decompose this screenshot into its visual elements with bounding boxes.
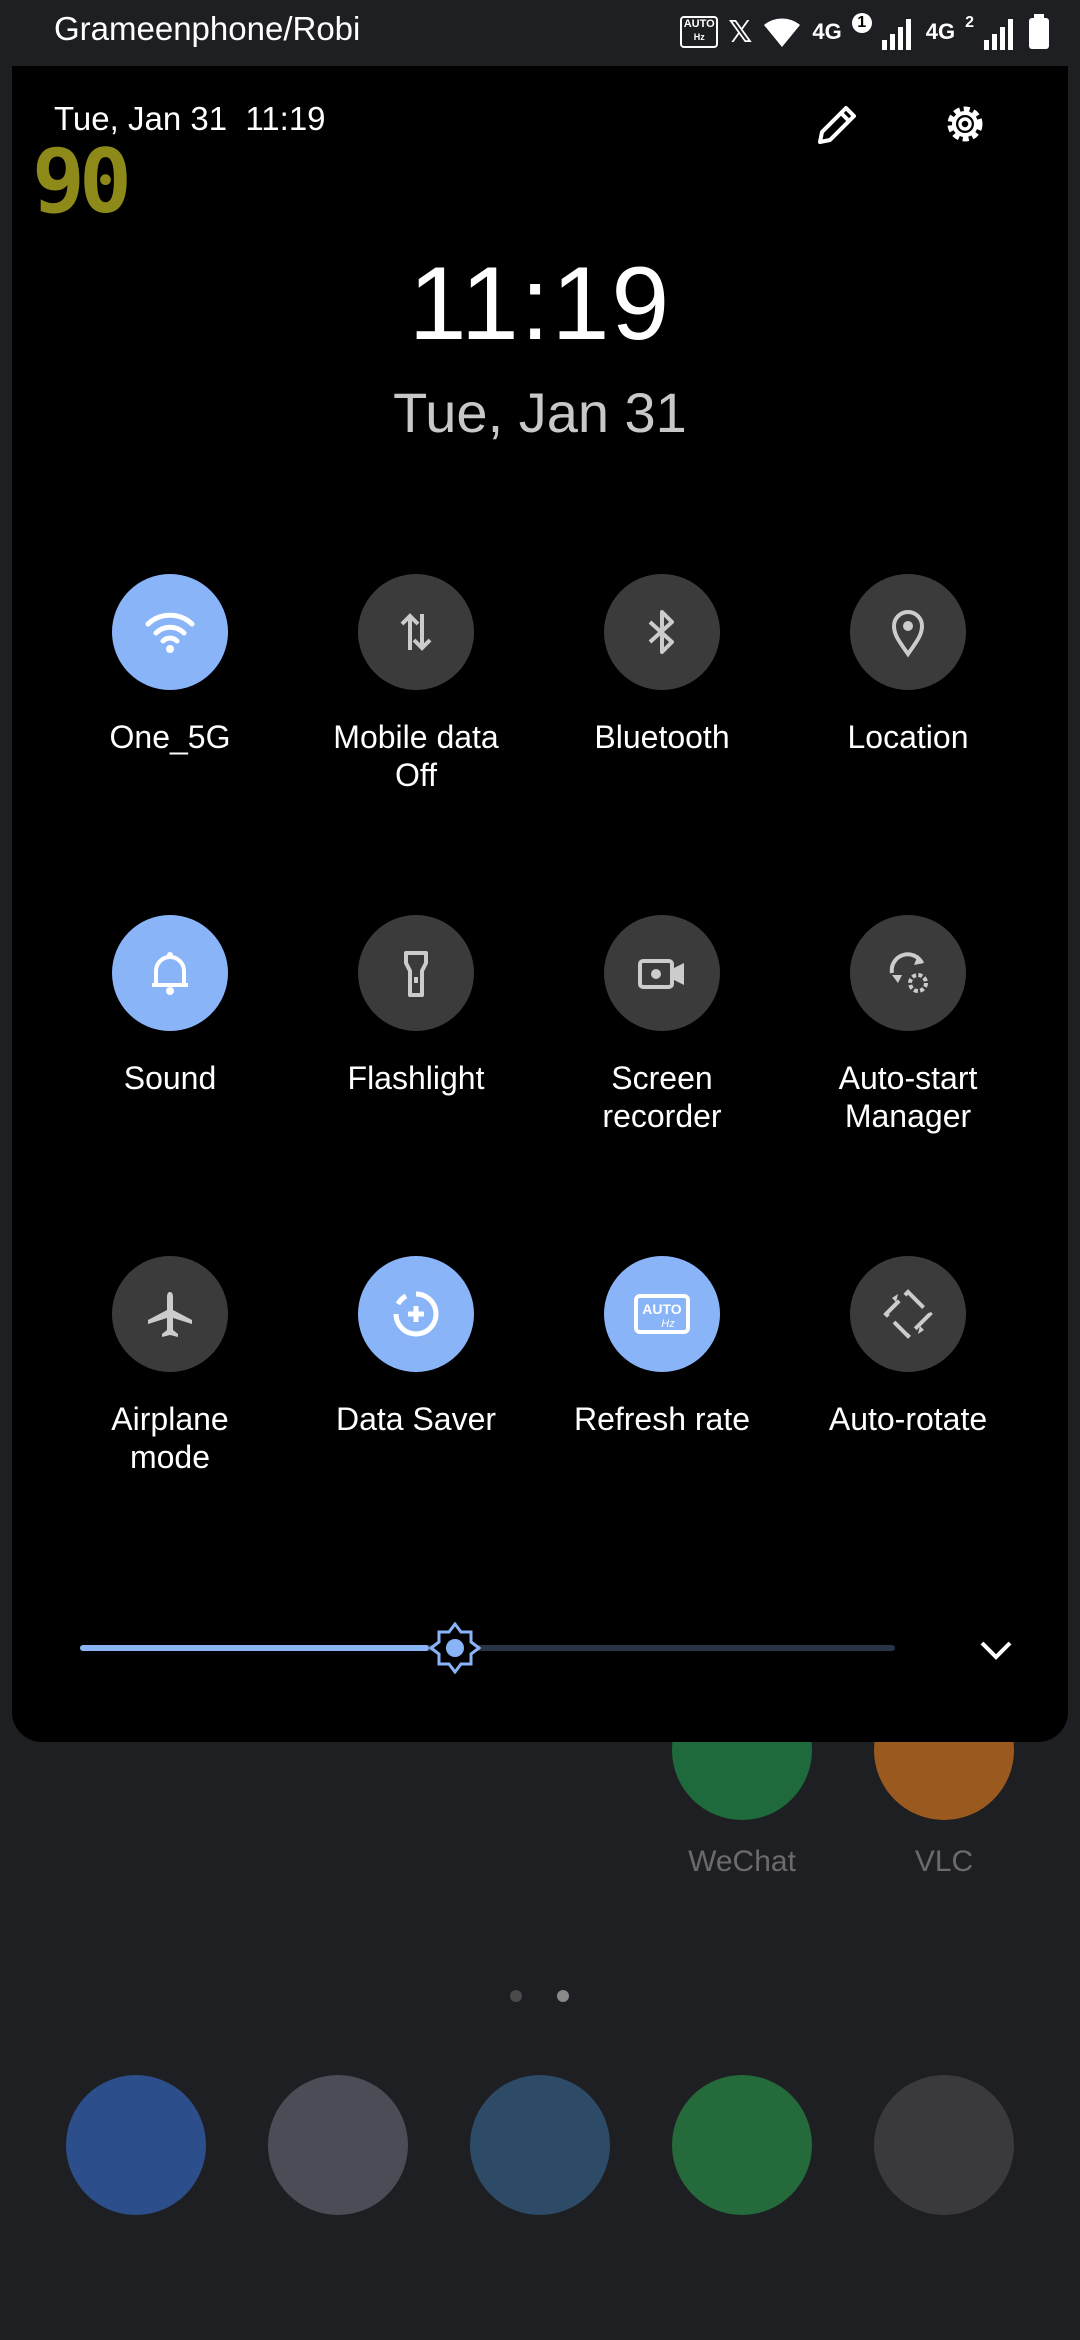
- sim-2-badge: 2: [965, 14, 974, 31]
- tile-screen-recorder-toggle[interactable]: [604, 915, 720, 1031]
- refresh-rate-icon: AUTO Hz: [630, 1284, 694, 1344]
- tile-auto-rotate-label: Auto-rotate: [828, 1401, 988, 1437]
- tile-screen-recorder-label: Screen recorder: [602, 1060, 722, 1134]
- tile-mobile-data[interactable]: Mobile data Off: [293, 574, 539, 794]
- screen-recorder-icon: [632, 943, 692, 1003]
- status-bar: Grameenphone/Robi AUTO Hz 𝕏 4G 1 4G 2: [0, 0, 1080, 66]
- chevron-down-icon: [980, 1641, 1012, 1660]
- tile-airplane-label: Airplane mode: [111, 1401, 229, 1475]
- settings-button[interactable]: [937, 96, 993, 152]
- data-saver-icon: [386, 1284, 446, 1344]
- auto-rotate-icon: [878, 1284, 938, 1344]
- pencil-icon: [818, 106, 856, 144]
- tile-data-saver[interactable]: Data Saver: [293, 1256, 539, 1438]
- carrier-name: Grameenphone/Robi: [54, 10, 361, 47]
- refresh-status-text: AUTO: [683, 18, 715, 30]
- tile-airplane-toggle[interactable]: [112, 1256, 228, 1372]
- network-type-1: 4G: [812, 19, 842, 44]
- network-type-2: 4G: [925, 19, 956, 44]
- wechat-app-label: WeChat: [688, 1845, 796, 1878]
- battery-icon: [1029, 14, 1049, 49]
- settings-app-icon[interactable]: [66, 2075, 206, 2215]
- tile-mobile-data-toggle[interactable]: [358, 574, 474, 690]
- wifi-status-icon: [764, 18, 801, 47]
- expand-button[interactable]: [970, 1625, 1022, 1677]
- brightness-slider-thumb[interactable]: [428, 1621, 482, 1675]
- whatsapp-app-icon[interactable]: [672, 2075, 812, 2215]
- page-indicator-dot-2: [557, 1990, 569, 2002]
- tile-data-saver-toggle[interactable]: [358, 1256, 474, 1372]
- telegram-app-icon[interactable]: [470, 2075, 610, 2215]
- signal-1-icon: [881, 19, 911, 50]
- tile-auto-start[interactable]: Auto-start Manager: [785, 915, 1031, 1135]
- svg-text:AUTO: AUTO: [642, 1301, 682, 1317]
- mobile-data-icon: [386, 602, 446, 662]
- tile-refresh-rate-label: Refresh rate: [573, 1401, 751, 1437]
- bluetooth-icon: [632, 602, 692, 662]
- tile-auto-start-label: Auto-start Manager: [838, 1060, 978, 1134]
- tile-auto-rotate-toggle[interactable]: [850, 1256, 966, 1372]
- tile-flashlight-toggle[interactable]: [358, 915, 474, 1031]
- tile-refresh-rate[interactable]: AUTO Hz Refresh rate: [539, 1256, 785, 1438]
- large-date: Tue, Jan 31: [393, 381, 687, 444]
- tile-bluetooth-toggle[interactable]: [604, 574, 720, 690]
- tile-bell-label: Sound: [123, 1060, 217, 1096]
- flashlight-icon: [386, 943, 446, 1003]
- airplane-icon: [140, 1284, 200, 1344]
- tile-auto-start-toggle[interactable]: [850, 915, 966, 1031]
- location-icon: [878, 602, 938, 662]
- refresh-rate-status-icon: AUTO Hz: [680, 16, 719, 48]
- vlc-app-label: VLC: [914, 1845, 974, 1878]
- refresh-status-subtext: Hz: [693, 32, 705, 42]
- tile-bluetooth[interactable]: Bluetooth: [539, 574, 785, 756]
- tile-airplane[interactable]: Airplane mode: [47, 1256, 293, 1476]
- tile-auto-rotate[interactable]: Auto-rotate: [785, 1256, 1031, 1438]
- bell-icon: [140, 943, 200, 1003]
- gear-icon: [947, 106, 983, 142]
- tile-refresh-rate-toggle[interactable]: AUTO Hz: [604, 1256, 720, 1372]
- tile-flashlight[interactable]: Flashlight: [293, 915, 539, 1097]
- fps-counter: 90: [32, 130, 132, 233]
- tile-data-saver-label: Data Saver: [335, 1401, 497, 1437]
- brightness-slider-fill: [80, 1645, 429, 1651]
- youtube-app-icon[interactable]: [874, 2075, 1014, 2215]
- page-indicator-dot-1: [510, 1990, 522, 2002]
- tile-screen-recorder[interactable]: Screen recorder: [539, 915, 785, 1135]
- tile-location-label: Location: [847, 719, 969, 755]
- large-clock: 11:19: [408, 246, 672, 362]
- auto-start-icon: [878, 943, 938, 1003]
- tile-flashlight-label: Flashlight: [347, 1060, 485, 1096]
- tile-bell-toggle[interactable]: [112, 915, 228, 1031]
- status-icons: AUTO Hz 𝕏 4G 1 4G 2: [680, 10, 1050, 54]
- tile-wifi-toggle[interactable]: [112, 574, 228, 690]
- tile-location[interactable]: Location: [785, 574, 1031, 756]
- tile-bell[interactable]: Sound: [47, 915, 293, 1097]
- edit-button[interactable]: [810, 96, 866, 152]
- svg-text:Hz: Hz: [661, 1318, 675, 1330]
- tile-location-toggle[interactable]: [850, 574, 966, 690]
- brightness-icon: [428, 1621, 482, 1675]
- tasks-app-icon[interactable]: [268, 2075, 408, 2215]
- x-app-icon: 𝕏: [728, 15, 753, 49]
- wifi-icon: [140, 602, 200, 662]
- signal-2-icon: [984, 19, 1013, 50]
- tile-bluetooth-label: Bluetooth: [594, 719, 730, 755]
- sim-1-badge: 1: [851, 13, 872, 33]
- tile-mobile-data-label: Mobile data Off: [333, 719, 499, 793]
- tile-wifi[interactable]: One_5G: [47, 574, 293, 756]
- tile-wifi-label: One_5G: [109, 719, 231, 755]
